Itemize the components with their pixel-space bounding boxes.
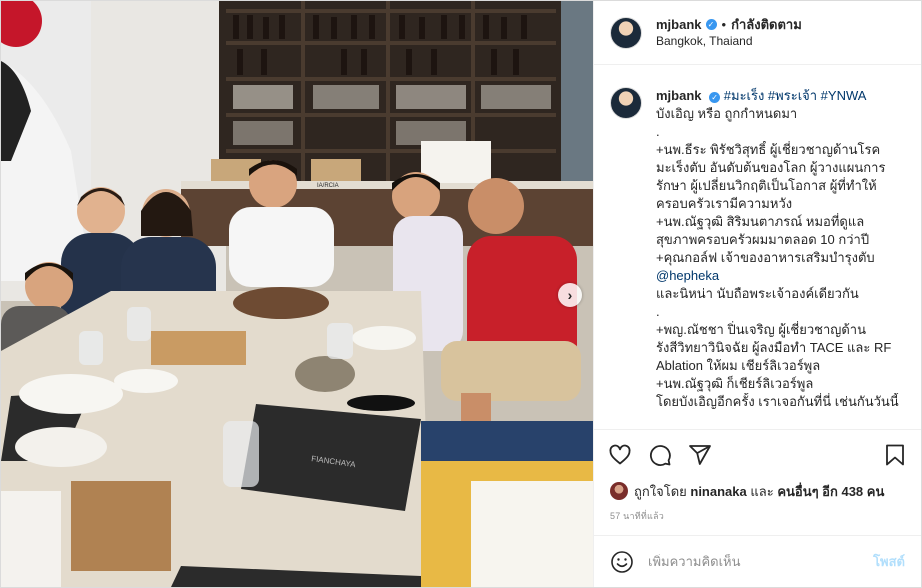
liker-username-link[interactable]: ninanaka [690, 484, 746, 499]
verified-badge-icon: ✓ [709, 92, 721, 103]
avatar[interactable] [610, 87, 642, 119]
likes-count-link[interactable]: คนอื่นๆ อีก 438 คน [777, 481, 884, 502]
likes-prefix: ถูกใจโดย [634, 483, 687, 499]
header-top: mjbank ✓ • กำลังติดตาม [656, 16, 802, 33]
caption-mention-link[interactable]: @hepheka [656, 267, 905, 285]
heart-icon[interactable] [608, 443, 632, 467]
avatar[interactable] [610, 482, 628, 500]
action-bar [594, 429, 921, 479]
likes-and: และ [750, 483, 774, 499]
chevron-right-icon[interactable]: › [558, 283, 582, 307]
caption-line: +นพ.ธีระ พิรัชวิสุทธิ์ ผู้เชี่ยวชาญด้านโ… [656, 142, 881, 157]
caption-line: +คุณกอล์ฟ เจ้าของอาหารเสริมบำรุงตับ [656, 250, 875, 265]
caption-line: +พญ.ณัชชา ปิ่นเจริญ ผู้เชี่ยวชาญด้าน [656, 322, 866, 337]
dot-separator: • [721, 16, 727, 32]
caption-body: mjbank ✓ #มะเร็ง #พระเจ้า #YNWA บังเอิญ … [656, 87, 905, 429]
instagram-post-window: FIANCHAYA IA/RCIA › mjbank ✓ • กำลังติดต… [0, 0, 922, 588]
caption-line: โดยบังเอิญอีกครั้ง เราเจอกันที่นี่ เช่นก… [656, 394, 899, 409]
caption-line: รังสีวิทยาวินิจฉัย ผู้ลงมือทำ TACE และ R… [656, 340, 892, 355]
caption-line: ครอบครัวเรามีความหวัง [656, 196, 793, 211]
comment-icon[interactable] [648, 443, 672, 467]
likes-summary: ถูกใจโดย ninanaka และ คนอื่นๆ อีก 438 คน [594, 479, 921, 503]
post-comment-button[interactable]: โพสต์ [873, 551, 905, 572]
post-photo[interactable]: FIANCHAYA IA/RCIA › [1, 1, 593, 587]
follow-status-button[interactable]: กำลังติดตาม [731, 16, 802, 33]
caption-line: . [656, 124, 660, 139]
caption-line: . [656, 304, 660, 319]
bookmark-icon[interactable] [883, 443, 907, 467]
counter-sign: IA/RCIA [317, 183, 339, 189]
caption-hashtags[interactable]: #มะเร็ง #พระเจ้า #YNWA [724, 88, 867, 103]
caption-line: รักษา ผู้เปลี่ยนวิกฤติเป็นโอกาส ผู้ที่ทำ… [656, 178, 877, 193]
share-icon[interactable] [688, 443, 712, 467]
caption-line: และนิหน่า นับถือพระเจ้าองค์เดียวกัน [656, 286, 859, 301]
username-link[interactable]: mjbank [656, 16, 702, 33]
verified-badge-icon: ✓ [705, 18, 717, 30]
caption-line: +นพ.ณัฐวุฒิ ก็เชียร์ลิเวอร์พูล [656, 376, 814, 391]
caption-area: mjbank ✓ #มะเร็ง #พระเจ้า #YNWA บังเอิญ … [594, 65, 921, 429]
avatar[interactable] [610, 16, 642, 49]
header-text: mjbank ✓ • กำลังติดตาม Bangkok, Thaiand [656, 16, 802, 50]
caption-line: Ablation ให้ผม เชียร์ลิเวอร์พูล [656, 358, 821, 373]
comment-input[interactable] [648, 554, 874, 569]
caption-first-line: mjbank ✓ #มะเร็ง #พระเจ้า #YNWA [656, 87, 905, 105]
caption-line: สุขภาพครอบครัวผมมาตลอด 10 กว่าปี [656, 232, 870, 247]
post-timestamp[interactable]: 57 นาทีที่แล้ว [594, 503, 921, 535]
post-sidebar: mjbank ✓ • กำลังติดตาม Bangkok, Thaiand … [593, 1, 921, 587]
caption-username-link[interactable]: mjbank [656, 88, 702, 103]
caption-line: +นพ.ณัฐวุฒิ สิริมนตาภรณ์ หมอที่ดูแล [656, 214, 865, 229]
caption-line: บังเอิญ หรือ ถูกกำหนดมา [656, 106, 798, 121]
emoji-icon[interactable] [610, 550, 634, 574]
restaurant-group-photo: FIANCHAYA IA/RCIA [1, 1, 593, 587]
comment-form: โพสต์ [594, 535, 921, 587]
post-header: mjbank ✓ • กำลังติดตาม Bangkok, Thaiand [594, 1, 921, 65]
caption-line: มะเร็งตับ อันดับต้นของโลก ผู้วางแผนการ [656, 160, 886, 175]
location-link[interactable]: Bangkok, Thaiand [656, 33, 802, 50]
